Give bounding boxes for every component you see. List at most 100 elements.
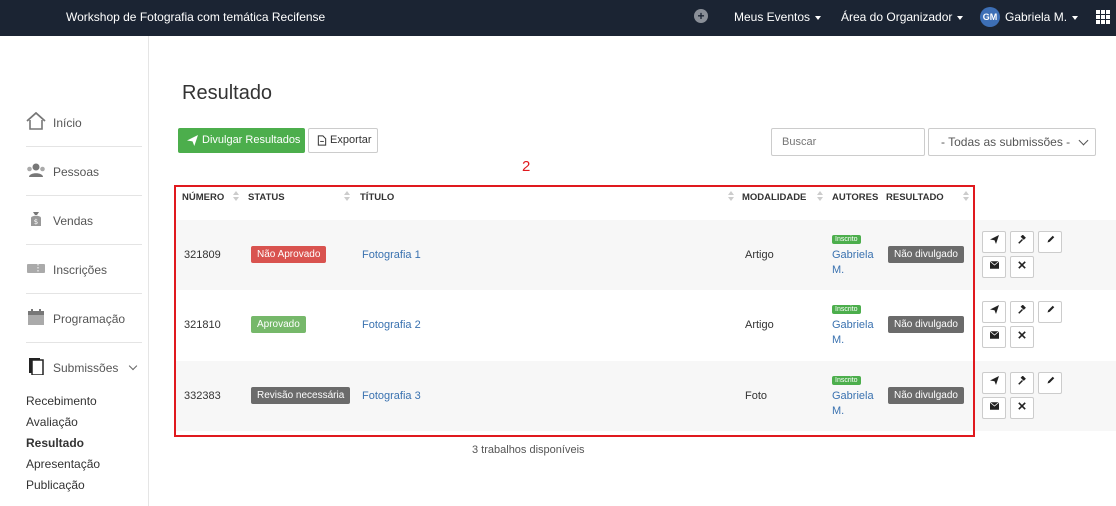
paper-plane-icon <box>187 135 198 146</box>
sort-icon[interactable] <box>963 191 969 203</box>
send-button[interactable] <box>982 372 1006 394</box>
ticket-icon <box>27 264 45 273</box>
export-label: Exportar <box>330 134 372 146</box>
sort-icon[interactable] <box>233 191 239 203</box>
sort-icon[interactable] <box>344 191 350 203</box>
top-navbar: Workshop de Fotografia com temática Reci… <box>0 0 1116 36</box>
subnav-avaliacao[interactable]: Avaliação <box>26 415 78 429</box>
sidebar-item-label: Início <box>53 116 82 130</box>
status-badge: Não Aprovado <box>251 246 327 263</box>
author-last-name-link[interactable]: M. <box>832 405 844 417</box>
avatar[interactable]: GM <box>980 7 1000 27</box>
calendar-icon <box>28 309 44 325</box>
document-icon <box>29 358 44 375</box>
table-row: 321810 Aprovado Fotografia 2 Artigo Insc… <box>176 290 1116 360</box>
sidebar-item-programacao[interactable]: Programação <box>26 294 142 343</box>
email-button[interactable] <box>982 256 1006 278</box>
edit-button[interactable] <box>1038 301 1062 323</box>
subnav-recebimento[interactable]: Recebimento <box>26 394 97 408</box>
pencil-icon <box>1047 235 1054 243</box>
author-last-name-link[interactable]: M. <box>832 334 844 346</box>
delete-button[interactable] <box>1010 256 1034 278</box>
chevron-down-icon <box>128 361 138 371</box>
row-modalidade: Foto <box>745 390 768 402</box>
close-icon <box>1018 402 1026 410</box>
sidebar-item-submissoes[interactable]: Submissões <box>26 343 142 392</box>
user-menu[interactable]: Gabriela M. <box>1005 10 1079 24</box>
email-button[interactable] <box>982 326 1006 348</box>
sidebar-item-label: Programação <box>53 312 126 326</box>
file-icon <box>317 135 327 146</box>
paper-plane-icon <box>989 305 999 314</box>
result-badge: Não divulgado <box>888 246 964 263</box>
row-title-link[interactable]: Fotografia 3 <box>362 390 421 402</box>
users-icon <box>27 163 45 177</box>
sidebar-item-inscricoes[interactable]: Inscrições <box>26 245 142 294</box>
row-modalidade: Artigo <box>745 319 774 331</box>
gavel-icon <box>1017 375 1026 385</box>
sort-icon[interactable] <box>817 191 823 203</box>
delete-button[interactable] <box>1010 326 1034 348</box>
author-status-badge: Inscrito <box>832 305 861 314</box>
result-badge: Não divulgado <box>888 316 964 333</box>
organizer-area-label: Área do Organizador <box>841 10 953 24</box>
my-events-menu[interactable]: Meus Eventos <box>734 10 822 24</box>
publish-results-label: Divulgar Resultados <box>202 134 301 146</box>
chevron-down-icon <box>1078 135 1089 146</box>
sort-icon[interactable] <box>728 191 734 203</box>
paper-plane-icon <box>989 235 999 244</box>
user-name: Gabriela M. <box>1005 10 1068 24</box>
page-title: Resultado <box>182 82 273 104</box>
sidebar-item-label: Vendas <box>53 214 94 228</box>
author-first-name-link[interactable]: Gabriela <box>832 249 874 261</box>
judge-button[interactable] <box>1010 372 1034 394</box>
judge-button[interactable] <box>1010 231 1034 253</box>
close-icon <box>1018 261 1026 269</box>
sidebar-item-label: Inscrições <box>53 263 108 277</box>
edit-button[interactable] <box>1038 231 1062 253</box>
row-title-link[interactable]: Fotografia 2 <box>362 319 421 331</box>
close-icon <box>1018 331 1026 339</box>
author-first-name-link[interactable]: Gabriela <box>832 390 874 402</box>
edit-button[interactable] <box>1038 372 1062 394</box>
home-icon <box>26 112 46 130</box>
subnav-resultado[interactable]: Resultado <box>26 436 84 450</box>
publish-results-button[interactable]: Divulgar Resultados <box>178 128 305 153</box>
sidebar-item-inicio[interactable]: Início <box>26 98 142 147</box>
header-modalidade[interactable]: MODALIDADE <box>742 192 806 203</box>
delete-button[interactable] <box>1010 397 1034 419</box>
author-status-badge: Inscrito <box>832 235 861 244</box>
send-button[interactable] <box>982 231 1006 253</box>
gavel-icon <box>1017 304 1026 314</box>
event-title[interactable]: Workshop de Fotografia com temática Reci… <box>66 10 325 24</box>
author-first-name-link[interactable]: Gabriela <box>832 319 874 331</box>
author-status-badge: Inscrito <box>832 376 861 385</box>
apps-grid-icon[interactable] <box>1096 10 1110 24</box>
submissions-filter-select[interactable]: - Todas as submissões - <box>928 128 1096 156</box>
author-last-name-link[interactable]: M. <box>832 264 844 276</box>
envelope-icon <box>989 260 999 269</box>
header-titulo[interactable]: TÍTULO <box>360 192 394 203</box>
filter-selected-value: - Todas as submissões - <box>941 135 1071 149</box>
add-icon[interactable]: + <box>694 9 708 23</box>
subnav-publicacao[interactable]: Publicação <box>26 478 85 492</box>
export-button[interactable]: Exportar <box>308 128 378 153</box>
row-numero: 321809 <box>184 249 221 261</box>
search-input[interactable] <box>771 128 925 156</box>
email-button[interactable] <box>982 397 1006 419</box>
envelope-icon <box>989 401 999 410</box>
header-status[interactable]: STATUS <box>248 192 285 203</box>
sidebar-item-vendas[interactable]: $ Vendas <box>26 196 142 245</box>
row-title-link[interactable]: Fotografia 1 <box>362 249 421 261</box>
sidebar-item-pessoas[interactable]: Pessoas <box>26 147 142 196</box>
header-resultado[interactable]: RESULTADO <box>886 192 944 203</box>
organizer-area-menu[interactable]: Área do Organizador <box>841 10 964 24</box>
header-autores[interactable]: AUTORES <box>832 192 878 203</box>
header-numero[interactable]: NÚMERO <box>182 192 224 203</box>
sidebar-item-label: Submissões <box>53 361 119 375</box>
caret-down-icon <box>957 15 964 20</box>
subnav-apresentacao[interactable]: Apresentação <box>26 457 100 471</box>
sidebar: Início Pessoas $ Vendas Inscrições Progr… <box>0 36 149 506</box>
judge-button[interactable] <box>1010 301 1034 323</box>
send-button[interactable] <box>982 301 1006 323</box>
